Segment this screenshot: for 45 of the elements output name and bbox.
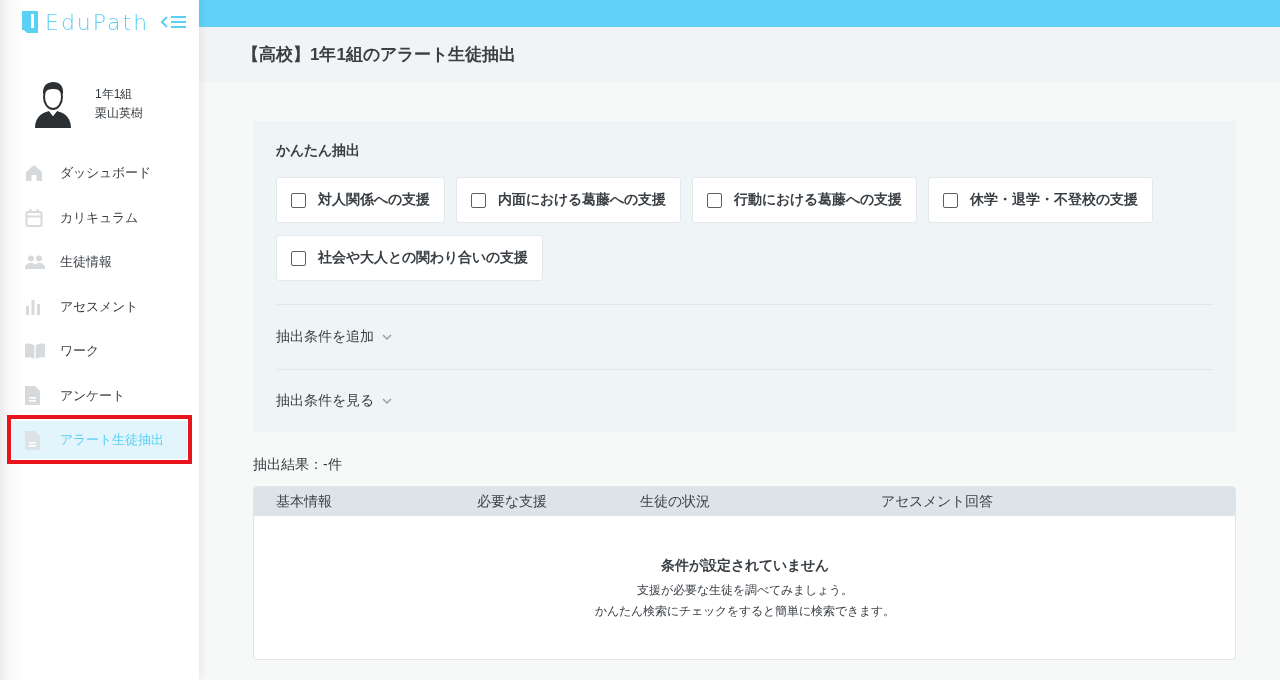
nav-item[interactable]: カリキュラム: [12, 198, 187, 237]
option-label: 内面における葛藤への支援: [498, 191, 666, 209]
filter-option[interactable]: 休学・退学・不登校の支援: [928, 177, 1153, 223]
option-label: 休学・退学・不登校の支援: [970, 191, 1138, 209]
logo-text: EduPath: [45, 9, 150, 35]
user-silhouette-icon: [33, 80, 73, 128]
checkbox[interactable]: [471, 192, 486, 208]
column-header: 生徒の状況: [640, 492, 711, 511]
nav-item[interactable]: アセスメント: [12, 287, 187, 326]
document-icon: [25, 386, 40, 405]
user-name: 栗山英樹: [95, 105, 143, 122]
result-count: 抽出結果：-件: [253, 455, 343, 473]
book-logo-icon: [22, 11, 38, 33]
checkbox[interactable]: [707, 192, 722, 208]
expand-toggle[interactable]: 抽出条件を追加: [276, 328, 392, 346]
checkbox[interactable]: [943, 192, 958, 208]
checkbox[interactable]: [291, 192, 306, 208]
bar-chart-icon: [25, 298, 41, 315]
filter-option[interactable]: 社会や大人との関わり合いの支援: [276, 235, 543, 281]
option-label: 行動における葛藤への支援: [734, 191, 902, 209]
house-icon: [25, 164, 43, 182]
filter-option[interactable]: 内面における葛藤への支援: [456, 177, 681, 223]
expand-toggle[interactable]: 抽出条件を見る: [276, 392, 392, 410]
people-icon: [25, 255, 45, 269]
empty-state-text: 支援が必要な生徒を調べてみましょう。: [635, 582, 854, 599]
calendar-icon: [25, 208, 43, 227]
page-title: 【高校】1年1組のアラート生徒抽出: [242, 44, 516, 66]
class-name: 1年1組: [95, 86, 134, 103]
option-label: 対人関係への支援: [318, 191, 430, 209]
checkbox[interactable]: [291, 250, 306, 266]
empty-state-text: かんたん検索にチェックをすると簡単に検索できます。: [593, 603, 896, 620]
filter-option[interactable]: 行動における葛藤への支援: [692, 177, 917, 223]
nav-item[interactable]: ダッシュボード: [12, 154, 187, 192]
column-header: 基本情報: [276, 492, 333, 511]
option-label: 社会や大人との関わり合いの支援: [318, 249, 528, 267]
section-title: かんたん抽出: [276, 141, 361, 159]
nav-item[interactable]: ワーク: [12, 332, 187, 370]
filter-option[interactable]: 対人関係への支援: [276, 177, 445, 223]
empty-state-title: 条件が設定されていません: [659, 556, 830, 574]
book-icon: [25, 343, 45, 359]
column-header: アセスメント回答: [881, 492, 993, 511]
document-icon: [25, 430, 40, 450]
nav-item[interactable]: アンケート: [12, 376, 187, 415]
nav-item[interactable]: 生徒情報: [12, 243, 187, 281]
column-header: 必要な支援: [477, 492, 548, 511]
